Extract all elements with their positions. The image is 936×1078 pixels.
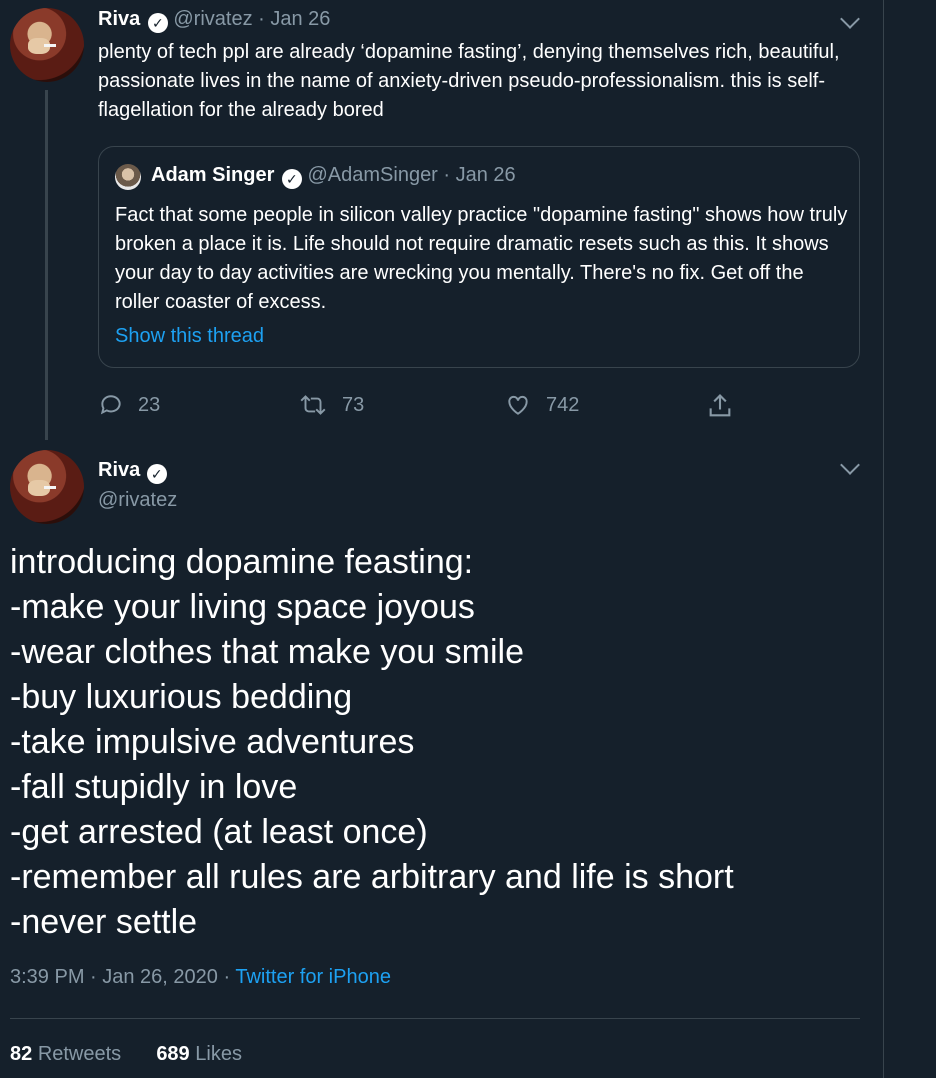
likes-label: Likes (195, 1043, 242, 1065)
reply-button[interactable]: 23 (98, 392, 160, 418)
retweet-count: 73 (342, 393, 365, 416)
author-name[interactable]: Riva (98, 459, 140, 481)
tweet-line: -get arrested (at least once) (10, 813, 428, 851)
share-button[interactable] (706, 392, 734, 420)
tweet-line: -buy luxurious bedding (10, 678, 353, 716)
author-name[interactable]: Riva (98, 8, 140, 30)
divider (10, 1018, 860, 1019)
retweets-stat[interactable]: 82 Retweets (10, 1043, 121, 1065)
tweet-stats: 82 Retweets 689 Likes (10, 1043, 242, 1066)
author-handle[interactable]: @rivatez (98, 489, 177, 512)
chevron-down-icon[interactable] (840, 455, 860, 475)
retweets-count: 82 (10, 1043, 33, 1065)
tweet-header: Riva ✓ @rivatez · Jan 26 (98, 8, 330, 33)
verified-icon: ✓ (146, 464, 167, 484)
avatar[interactable] (10, 8, 84, 82)
retweet-button[interactable]: 73 (298, 392, 364, 418)
tweet-line: -make your living space joyous (10, 588, 475, 626)
column-divider (883, 0, 884, 1078)
like-count: 742 (546, 393, 580, 416)
reply-count: 23 (138, 393, 161, 416)
thread-connector-line (45, 90, 48, 440)
quoted-handle-date: @AdamSinger · Jan 26 (307, 164, 516, 186)
retweets-label: Retweets (37, 1043, 122, 1065)
tweet-line: -take impulsive adventures (10, 723, 415, 761)
verified-icon: ✓ (147, 13, 168, 33)
quoted-tweet[interactable]: Adam Singer ✓ @AdamSinger · Jan 26 Fact … (98, 146, 860, 368)
quoted-text: Fact that some people in silicon valley … (115, 204, 848, 313)
likes-stat[interactable]: 689 Likes (156, 1043, 242, 1065)
handle-date[interactable]: @rivatez · Jan 26 (173, 8, 330, 30)
tweet-line: -never settle (10, 903, 198, 941)
quoted-avatar (115, 164, 141, 190)
like-button[interactable]: 742 (504, 392, 579, 418)
share-icon (709, 394, 731, 417)
verified-icon: ✓ (281, 169, 302, 189)
quoted-author-name: Adam Singer (151, 164, 275, 186)
tweet-text: plenty of tech ppl are already ‘dopamine… (98, 41, 840, 121)
retweet-icon (300, 395, 326, 415)
tweet-line: -remember all rules are arbitrary and li… (10, 858, 734, 896)
quoted-header: Adam Singer ✓ @AdamSinger · Jan 26 (151, 164, 516, 189)
main-tweet-author: Riva ✓ (98, 459, 167, 484)
chevron-down-icon[interactable] (840, 9, 860, 29)
tweet-line: introducing dopamine feasting: (10, 543, 474, 581)
source-link[interactable]: Twitter for iPhone (235, 966, 391, 988)
reply-icon (100, 395, 121, 415)
tweet-actions: 23 73 742 (98, 392, 758, 422)
timestamp[interactable]: 3:39 PM · Jan 26, 2020 · (10, 966, 235, 988)
tweet-line: -fall stupidly in love (10, 768, 298, 806)
tweet-meta: 3:39 PM · Jan 26, 2020 · Twitter for iPh… (10, 966, 391, 989)
like-icon (508, 395, 528, 415)
tweet-line: -wear clothes that make you smile (10, 633, 524, 671)
main-tweet-text: introducing dopamine feasting: -make you… (10, 540, 734, 945)
show-thread-link[interactable]: Show this thread (115, 325, 264, 348)
avatar[interactable] (10, 450, 84, 524)
likes-count: 689 (156, 1043, 190, 1065)
